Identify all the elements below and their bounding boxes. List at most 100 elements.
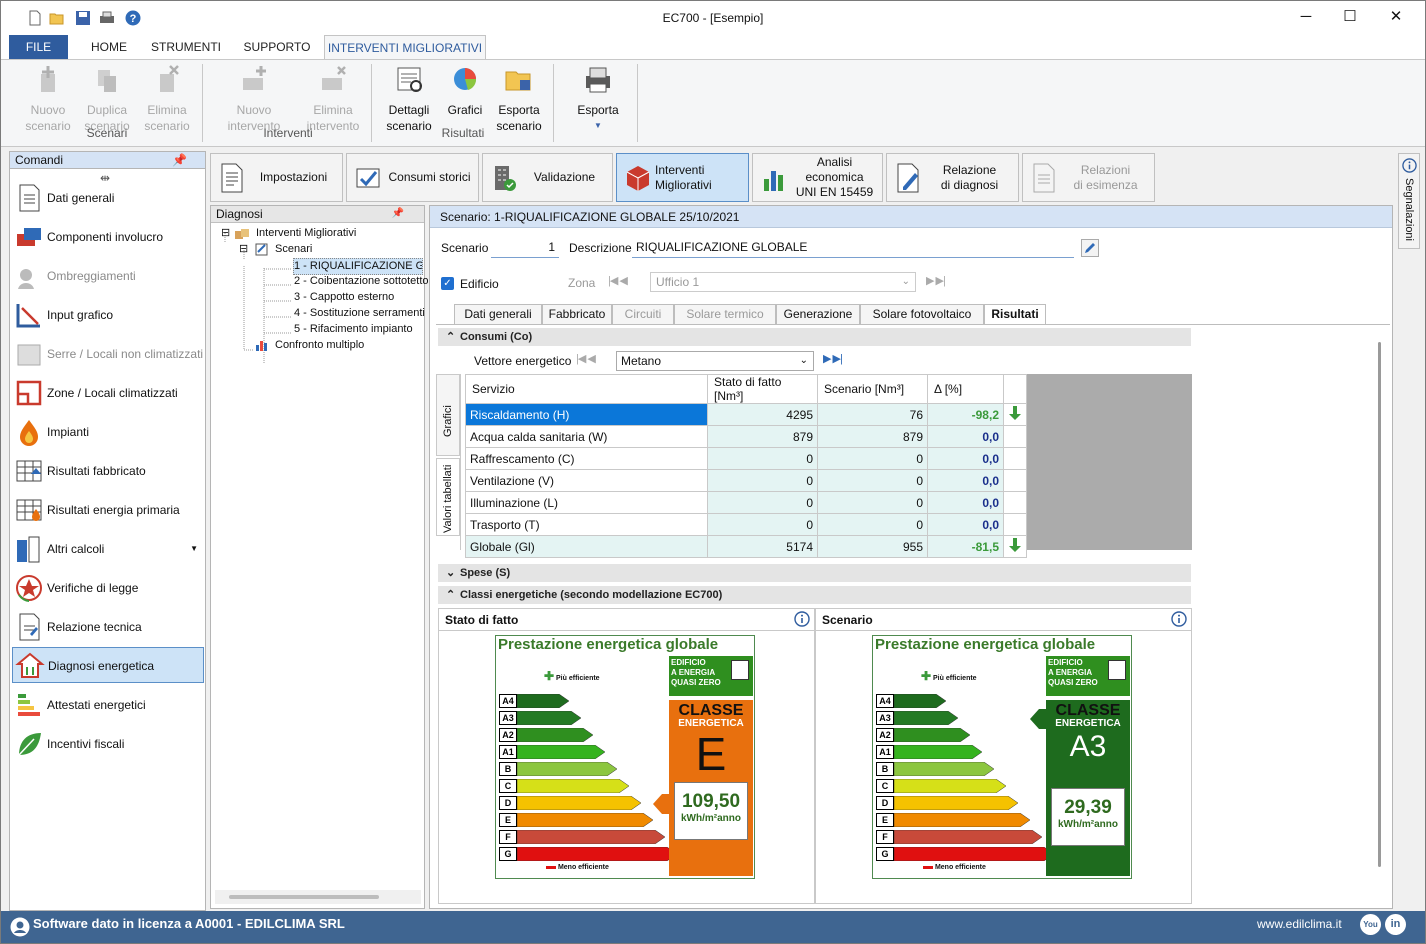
close-button[interactable]: ✕ bbox=[1373, 1, 1419, 33]
section-spese[interactable]: ⌄ Spese (S) bbox=[438, 564, 1191, 582]
cell-delta[interactable]: 0,0 bbox=[927, 425, 1004, 448]
scrollbar-thumb[interactable] bbox=[229, 895, 379, 899]
cell-servizio[interactable]: Riscaldamento (H) bbox=[465, 403, 708, 426]
segnalazioni-tab[interactable]: Segnalazioni bbox=[1398, 153, 1420, 249]
tab-strumenti[interactable]: STRUMENTI bbox=[147, 35, 225, 59]
cmd-risultati-energia[interactable]: Risultati energia primaria bbox=[12, 492, 204, 528]
side-tab-valori[interactable]: Valori tabellati bbox=[436, 458, 460, 536]
tab-home[interactable]: HOME bbox=[81, 35, 137, 59]
cmd-dati-generali[interactable]: Dati generali bbox=[12, 180, 204, 216]
table-row[interactable]: Trasporto (T) 0 0 0,0 bbox=[465, 513, 1027, 536]
esporta-button[interactable]: Esporta ▼ bbox=[571, 64, 625, 134]
cell-stato[interactable]: 0 bbox=[707, 513, 818, 536]
nav-relazione-diagnosi[interactable]: Relazione di diagnosi bbox=[886, 153, 1019, 202]
cmd-attestati[interactable]: Attestati energetici bbox=[12, 687, 204, 723]
cell-stato[interactable]: 0 bbox=[707, 491, 818, 514]
tree-root[interactable]: Interventi Migliorativi bbox=[256, 226, 356, 241]
tree-scenari[interactable]: Scenari bbox=[275, 242, 312, 257]
subtab-circuiti[interactable]: Circuiti bbox=[612, 304, 674, 324]
maximize-button[interactable]: ☐ bbox=[1327, 1, 1373, 33]
cell-servizio[interactable]: Acqua calda sanitaria (W) bbox=[465, 425, 708, 448]
tree-collapse-icon[interactable]: ⊟ bbox=[221, 226, 230, 241]
cmd-zone[interactable]: Zone / Locali climatizzati bbox=[12, 375, 204, 411]
nav-interventi-migliorativi[interactable]: Interventi Migliorativi bbox=[616, 153, 749, 202]
cmd-input-grafico[interactable]: Input grafico bbox=[12, 297, 204, 333]
cmd-ombreggiamenti[interactable]: Ombreggiamenti bbox=[12, 258, 204, 294]
vettore-select[interactable]: Metano ⌄ bbox=[616, 351, 814, 371]
subtab-solare-termico[interactable]: Solare termico bbox=[674, 304, 776, 324]
cell-scenario[interactable]: 0 bbox=[817, 447, 928, 470]
nav-impostazioni[interactable]: Impostazioni bbox=[210, 153, 343, 202]
tree-confronto-multiplo[interactable]: Confronto multiplo bbox=[275, 338, 364, 353]
cell-scenario[interactable]: 0 bbox=[817, 491, 928, 514]
nav-consumi-storici[interactable]: Consumi storici bbox=[346, 153, 479, 202]
col-servizio[interactable]: Servizio bbox=[465, 374, 708, 404]
tree-collapse-icon[interactable]: ⊟ bbox=[239, 242, 248, 257]
tree-scenario-3[interactable]: 3 - Cappotto esterno bbox=[294, 290, 394, 305]
table-row[interactable]: Globale (Gl) 5174 955 -81,5 bbox=[465, 535, 1027, 558]
tree-scenario-2[interactable]: 2 - Coibentazione sottotetto bbox=[294, 274, 429, 289]
tree-scenario-5[interactable]: 5 - Rifacimento impianto bbox=[294, 322, 413, 337]
minimize-button[interactable]: ─ bbox=[1283, 1, 1329, 33]
subtab-fabbricato[interactable]: Fabbricato bbox=[542, 304, 612, 324]
website-link[interactable]: www.edilclima.it bbox=[1257, 911, 1342, 937]
cell-delta[interactable]: 0,0 bbox=[927, 513, 1004, 536]
cell-delta[interactable]: -98,2 bbox=[927, 403, 1004, 426]
tab-interventi-migliorativi[interactable]: INTERVENTI MIGLIORATIVI bbox=[324, 35, 486, 60]
cell-delta[interactable]: 0,0 bbox=[927, 447, 1004, 470]
cell-scenario[interactable]: 0 bbox=[817, 513, 928, 536]
zona-first-button[interactable]: |◀ ◀ bbox=[608, 274, 628, 287]
scenario-number-field[interactable]: 1 bbox=[491, 238, 559, 258]
subtab-solare-fotovoltaico[interactable]: Solare fotovoltaico bbox=[860, 304, 984, 324]
cell-servizio[interactable]: Raffrescamento (C) bbox=[465, 447, 708, 470]
cmd-componenti-involucro[interactable]: Componenti involucro bbox=[12, 219, 204, 255]
cmd-incentivi[interactable]: Incentivi fiscali bbox=[12, 726, 204, 762]
subtab-dati-generali[interactable]: Dati generali bbox=[454, 304, 542, 324]
cell-stato[interactable]: 5174 bbox=[707, 535, 818, 558]
col-scenario[interactable]: Scenario [Nm³] bbox=[817, 374, 928, 404]
nuovo-intervento-button[interactable]: Nuovo intervento bbox=[219, 64, 289, 134]
cmd-serre[interactable]: Serre / Locali non climatizzati bbox=[12, 336, 204, 372]
vettore-first-button[interactable]: |◀ ◀ bbox=[576, 352, 596, 365]
nuovo-scenario-button[interactable]: Nuovo scenario bbox=[19, 64, 77, 134]
cell-stato[interactable]: 4295 bbox=[707, 403, 818, 426]
cell-stato[interactable]: 0 bbox=[707, 469, 818, 492]
table-row[interactable]: Acqua calda sanitaria (W) 879 879 0,0 bbox=[465, 425, 1027, 448]
descrizione-field[interactable]: RIQUALIFICAZIONE GLOBALE bbox=[632, 238, 1074, 258]
pin-icon[interactable]: 📌 bbox=[172, 152, 187, 168]
cell-servizio[interactable]: Trasporto (T) bbox=[465, 513, 708, 536]
linkedin-icon[interactable]: in bbox=[1385, 914, 1406, 935]
pin-icon[interactable]: 📌 bbox=[392, 206, 404, 222]
cell-servizio[interactable]: Globale (Gl) bbox=[465, 535, 708, 558]
nav-validazione[interactable]: Validazione bbox=[482, 153, 613, 202]
tab-supporto[interactable]: SUPPORTO bbox=[237, 35, 317, 59]
table-row[interactable]: Ventilazione (V) 0 0 0,0 bbox=[465, 469, 1027, 492]
info-icon[interactable] bbox=[794, 611, 810, 627]
cmd-verifiche[interactable]: Verifiche di legge bbox=[12, 570, 204, 606]
section-classi[interactable]: ⌃ Classi energetiche (secondo modellazion… bbox=[438, 586, 1191, 604]
cell-delta[interactable]: -81,5 bbox=[927, 535, 1004, 558]
side-tab-grafici[interactable]: Grafici bbox=[436, 374, 460, 456]
col-delta[interactable]: Δ [%] bbox=[927, 374, 1004, 404]
esporta-scenario-button[interactable]: Esporta scenario bbox=[493, 64, 545, 134]
cell-delta[interactable]: 0,0 bbox=[927, 469, 1004, 492]
zona-next-button[interactable]: ▶ ▶| bbox=[926, 274, 946, 287]
subtab-risultati[interactable]: Risultati bbox=[984, 304, 1046, 325]
cmd-altri-calcoli[interactable]: Altri calcoli ▼ bbox=[12, 531, 204, 567]
grafici-button[interactable]: Grafici bbox=[443, 64, 487, 118]
cell-scenario[interactable]: 76 bbox=[817, 403, 928, 426]
cmd-relazione-tecnica[interactable]: Relazione tecnica bbox=[12, 609, 204, 645]
nav-analisi-economica[interactable]: Analisi economica UNI EN 15459 bbox=[752, 153, 883, 202]
edit-description-button[interactable] bbox=[1081, 239, 1099, 257]
cell-stato[interactable]: 879 bbox=[707, 425, 818, 448]
table-row[interactable]: Raffrescamento (C) 0 0 0,0 bbox=[465, 447, 1027, 470]
col-stato-di-fatto[interactable]: Stato di fatto [Nm³] bbox=[707, 374, 818, 404]
elimina-intervento-button[interactable]: Elimina intervento bbox=[301, 64, 365, 134]
cmd-diagnosi-energetica[interactable]: Diagnosi energetica bbox=[12, 647, 204, 683]
cell-scenario[interactable]: 0 bbox=[817, 469, 928, 492]
cell-stato[interactable]: 0 bbox=[707, 447, 818, 470]
tree-scrollbar[interactable] bbox=[215, 890, 421, 904]
tree-scenario-1[interactable]: 1 - RIQUALIFICAZIONE GL bbox=[293, 258, 423, 275]
info-icon[interactable] bbox=[1171, 611, 1187, 627]
duplica-scenario-button[interactable]: Duplica scenario bbox=[79, 64, 135, 134]
